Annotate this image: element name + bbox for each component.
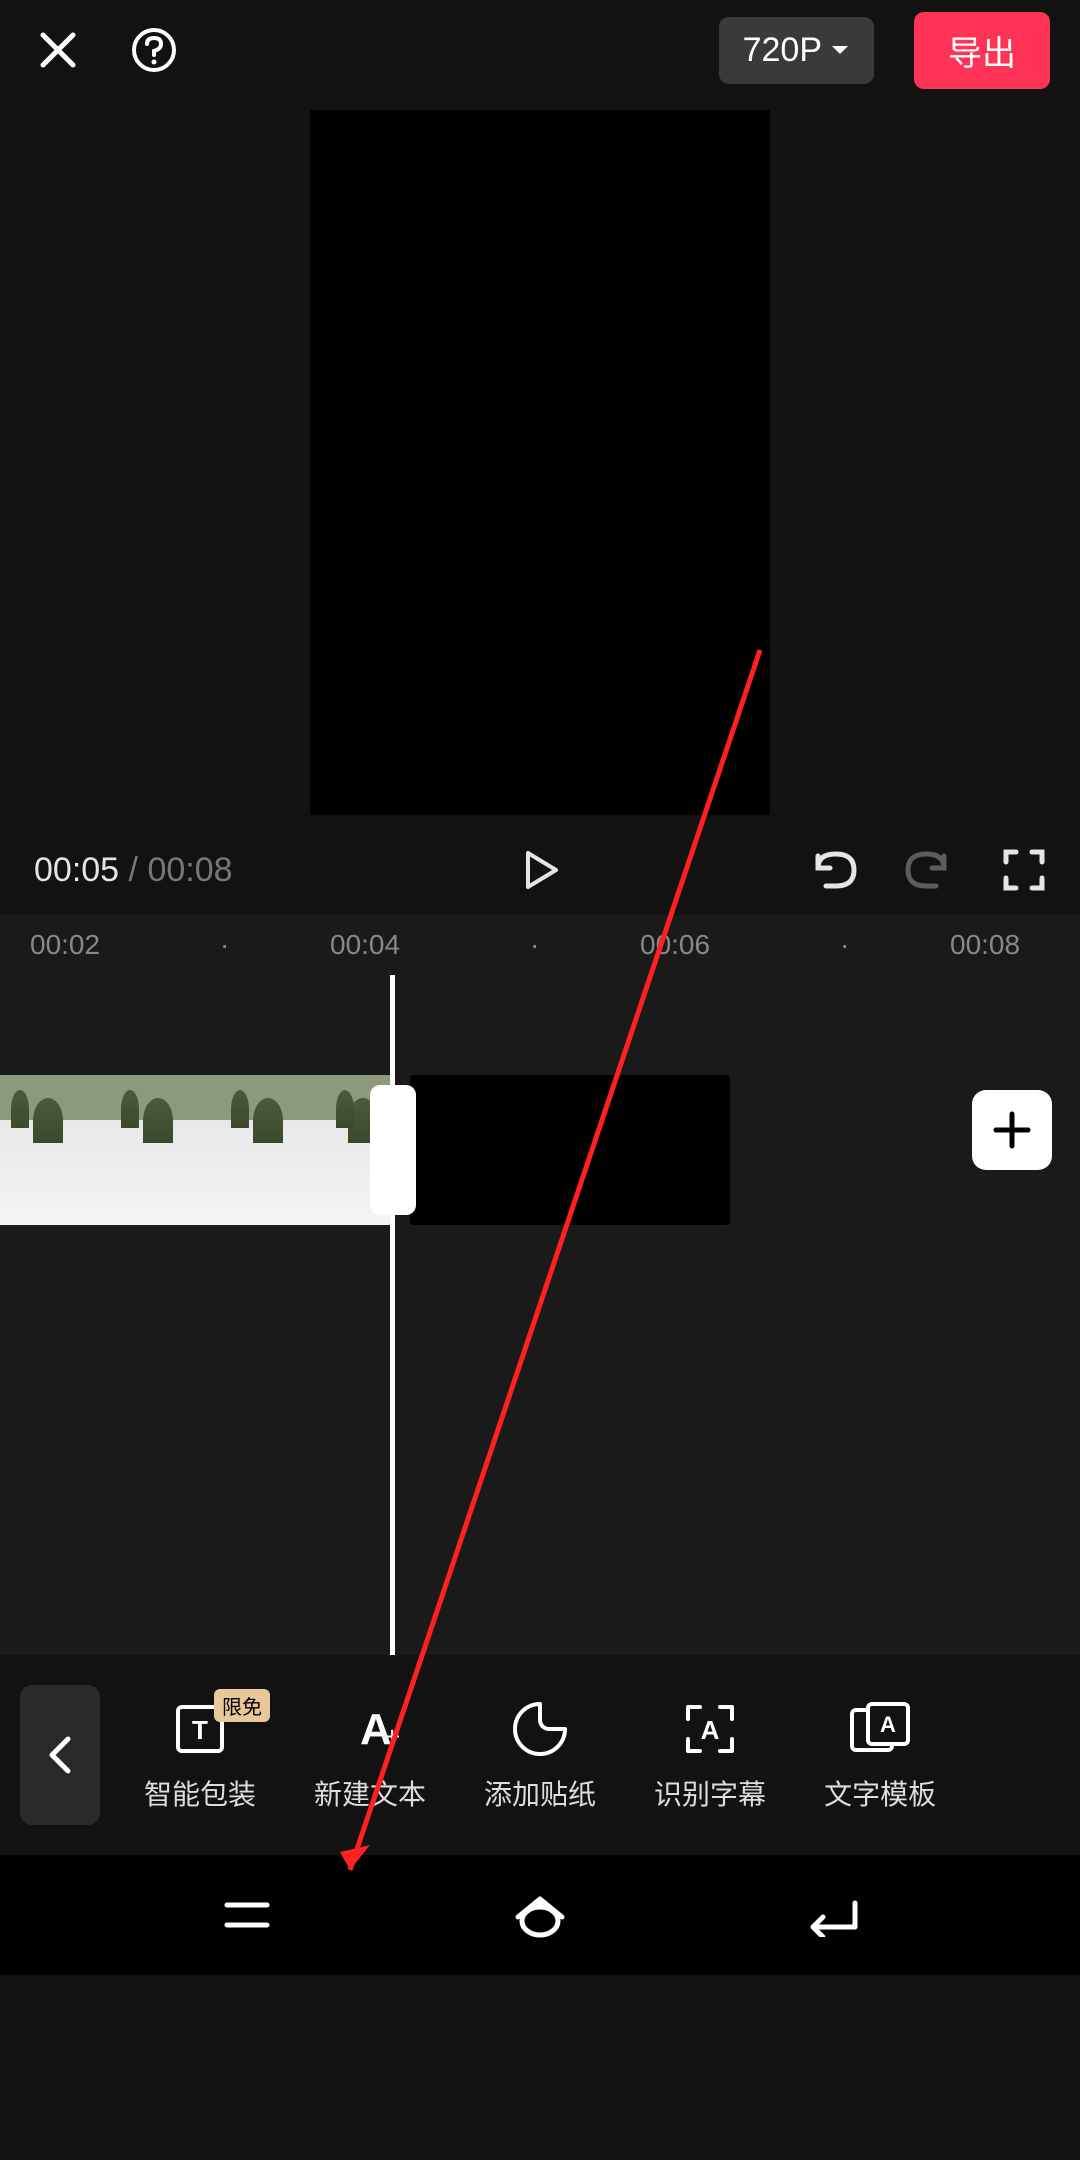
sticker-icon: [508, 1697, 572, 1761]
text-add-icon: A+: [338, 1697, 402, 1761]
redo-button[interactable]: [904, 846, 956, 894]
play-button[interactable]: [510, 840, 570, 900]
clip-thumbnail: [110, 1075, 220, 1225]
export-button[interactable]: 导出: [914, 12, 1050, 89]
free-badge: 限免: [214, 1689, 270, 1722]
svg-text:A: A: [880, 1712, 896, 1737]
tool-text-template[interactable]: A 文字模板: [810, 1697, 950, 1813]
tool-new-text[interactable]: A+ 新建文本: [300, 1697, 440, 1813]
tool-smart-package[interactable]: 限免 T 智能包装: [130, 1697, 270, 1813]
playhead[interactable]: [390, 975, 395, 1655]
help-button[interactable]: [126, 22, 182, 78]
svg-text:T: T: [192, 1715, 208, 1745]
timeline-ruler[interactable]: 00:02 · 00:04 · 00:06 · 00:08: [0, 915, 1080, 975]
tool-add-sticker[interactable]: 添加贴纸: [470, 1697, 610, 1813]
total-time: 00:08: [147, 851, 232, 889]
svg-text:+: +: [384, 1721, 400, 1752]
video-track[interactable]: [0, 1075, 390, 1225]
video-preview[interactable]: [310, 110, 770, 815]
clip-thumbnail: [220, 1075, 330, 1225]
nav-back-button[interactable]: [793, 1875, 873, 1955]
nav-home-button[interactable]: [500, 1875, 580, 1955]
back-button[interactable]: [20, 1685, 100, 1825]
clip-thumbnail: [0, 1075, 110, 1225]
tool-label: 识别字幕: [654, 1773, 766, 1813]
tool-label: 智能包装: [144, 1773, 256, 1813]
subtitle-icon: A: [678, 1697, 742, 1761]
add-clip-button[interactable]: [972, 1090, 1052, 1170]
fullscreen-button[interactable]: [1002, 848, 1046, 892]
close-button[interactable]: [30, 22, 86, 78]
resolution-dropdown[interactable]: 720P: [719, 17, 874, 84]
chevron-down-icon: [830, 43, 850, 57]
undo-button[interactable]: [806, 846, 858, 894]
nav-menu-button[interactable]: [207, 1875, 287, 1955]
time-display: 00:05 / 00:08: [34, 851, 233, 890]
tool-label: 添加贴纸: [484, 1773, 596, 1813]
tool-label: 文字模板: [824, 1773, 936, 1813]
resolution-value: 720P: [743, 31, 822, 70]
text-template-icon: A: [848, 1697, 912, 1761]
tool-label: 新建文本: [314, 1773, 426, 1813]
timeline[interactable]: [0, 975, 1080, 1655]
svg-text:A: A: [701, 1715, 720, 1745]
tool-recognize-subtitle[interactable]: A 识别字幕: [640, 1697, 780, 1813]
current-time: 00:05: [34, 851, 119, 889]
black-clip[interactable]: [410, 1075, 730, 1225]
